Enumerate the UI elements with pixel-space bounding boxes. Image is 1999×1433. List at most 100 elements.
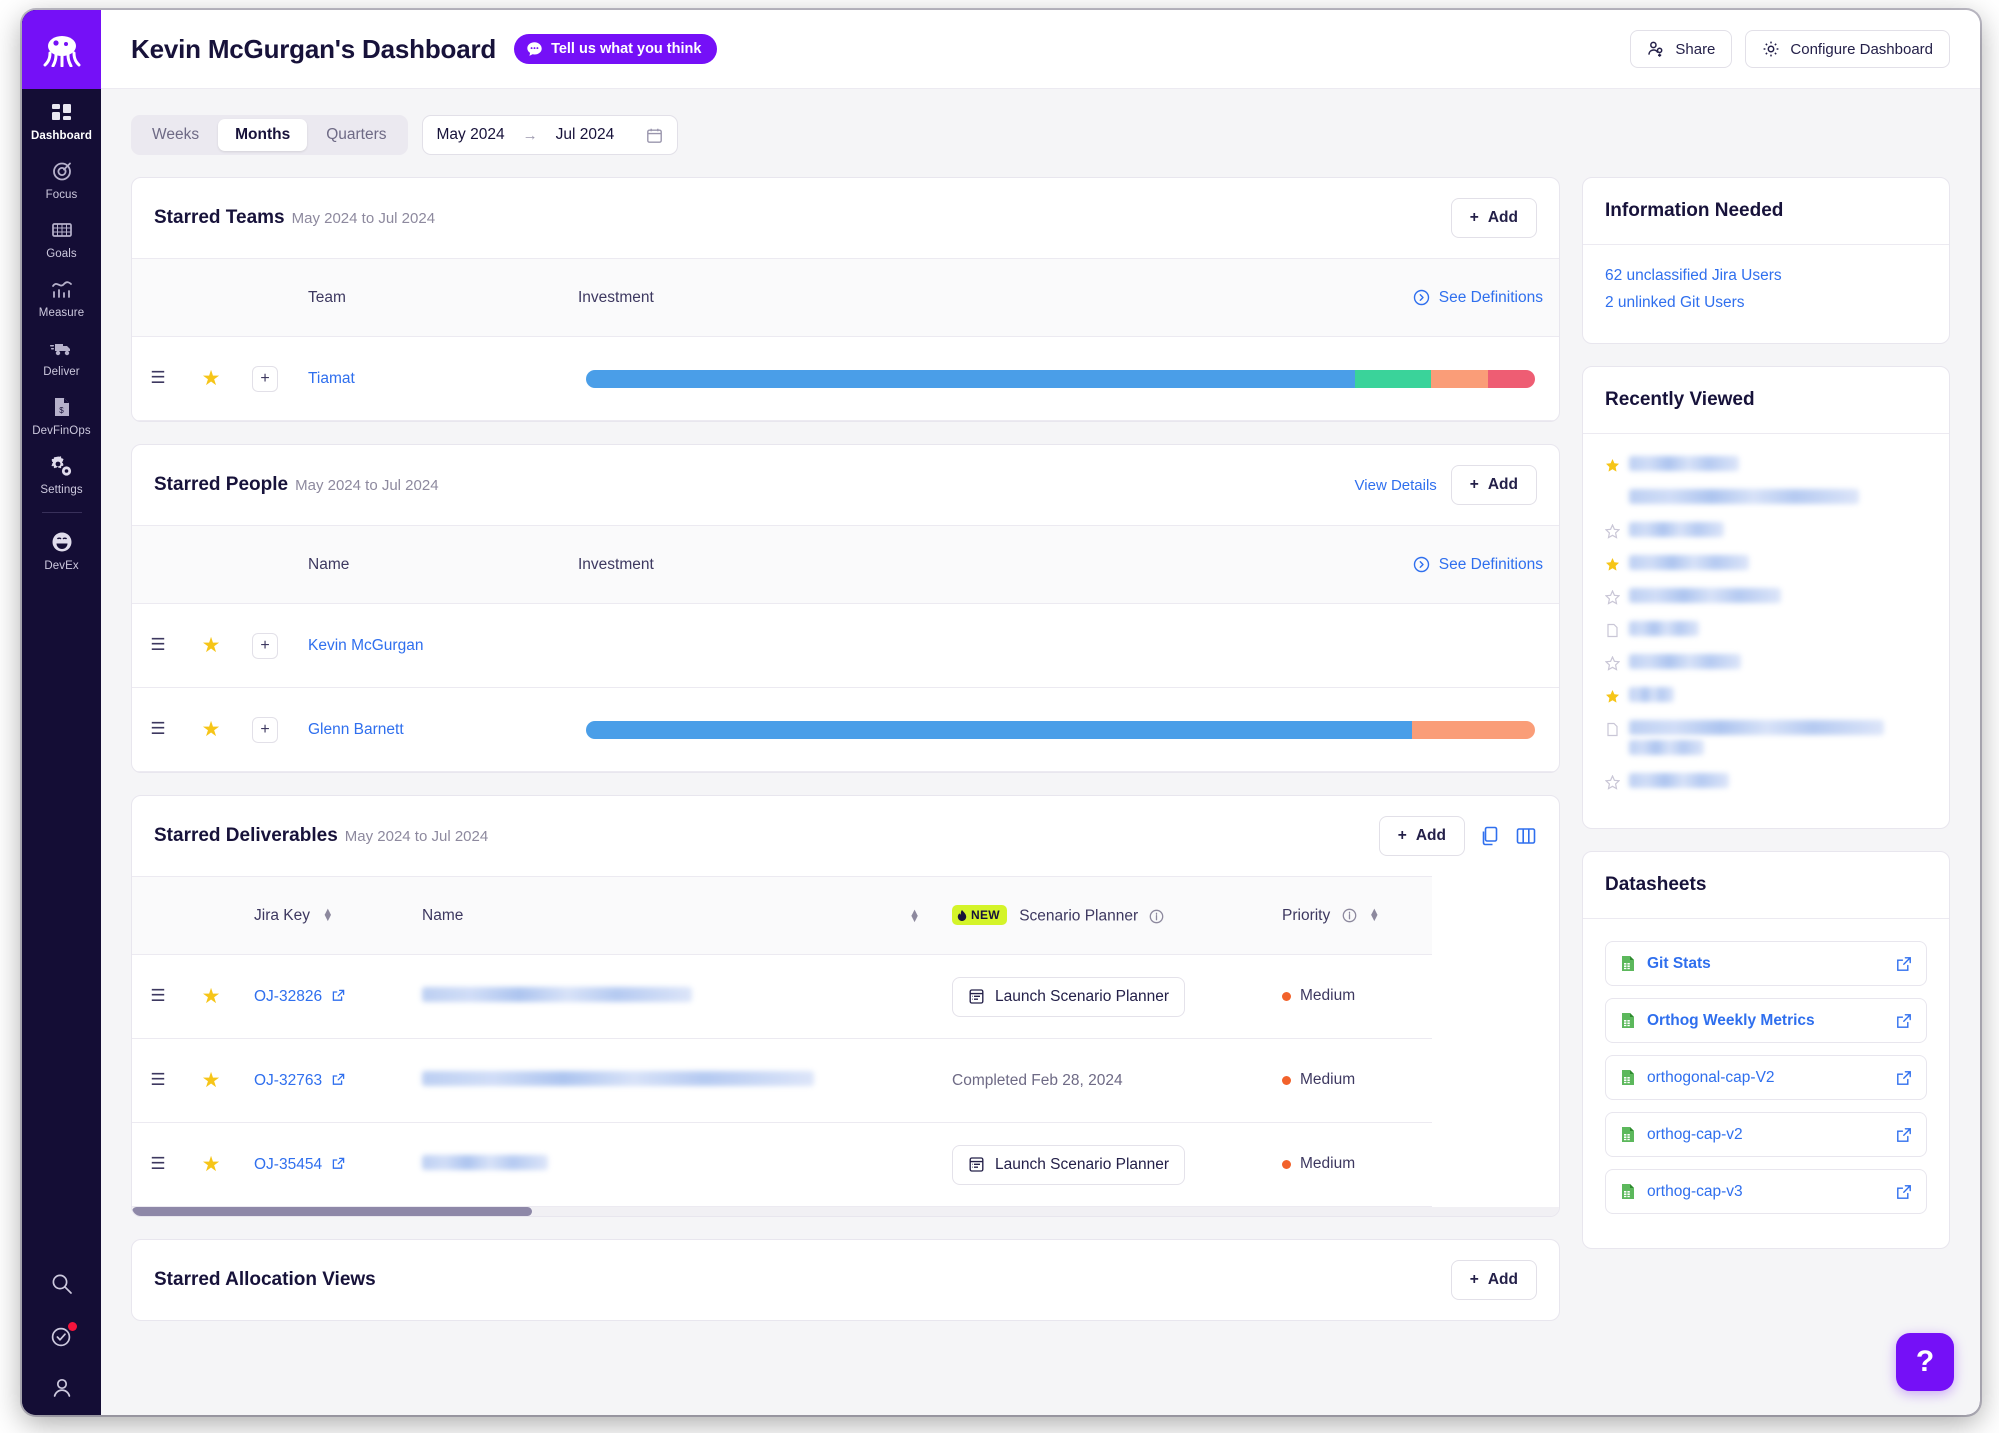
copy-icon[interactable] <box>1479 825 1501 847</box>
sidebar-item-measure[interactable]: Measure <box>22 266 101 325</box>
datasheet-name[interactable]: orthogonal-cap-V2 <box>1647 1069 1885 1087</box>
sidebar-item-label: Measure <box>38 307 85 319</box>
external-link-icon[interactable] <box>1896 1070 1912 1086</box>
datasheet-item[interactable]: Git Stats <box>1605 941 1927 986</box>
investment-bar[interactable] <box>586 720 1535 739</box>
th-name[interactable]: Name ▲ ▼ <box>406 876 936 955</box>
external-link-icon[interactable] <box>332 989 345 1002</box>
row-drag-handle[interactable]: ☰ <box>132 603 184 688</box>
row-expand-toggle[interactable]: + <box>238 687 292 772</box>
row-star-toggle[interactable]: ★ <box>184 1122 238 1207</box>
external-link-icon[interactable] <box>1896 956 1912 972</box>
datasheet-item[interactable]: Orthog Weekly Metrics <box>1605 998 1927 1043</box>
jira-key-link[interactable]: OJ-32826 <box>254 988 322 1005</box>
help-button[interactable]: ? <box>1896 1333 1954 1391</box>
row-expand-toggle[interactable]: + <box>238 603 292 688</box>
row-drag-handle[interactable]: ☰ <box>132 954 184 1039</box>
recently-viewed-item[interactable] <box>1604 588 1927 608</box>
launch-scenario-planner-button[interactable]: Launch Scenario Planner <box>952 1144 1186 1185</box>
datasheet-name[interactable]: orthog-cap-v3 <box>1647 1183 1885 1201</box>
sidebar-item-devfinops[interactable]: $ DevFinOps <box>22 384 101 443</box>
check-circle-icon[interactable] <box>49 1322 77 1349</box>
star-outline-icon <box>1604 589 1621 605</box>
sidebar-item-dashboard[interactable]: Dashboard <box>22 89 101 148</box>
view-details-link[interactable]: View Details <box>1355 477 1437 494</box>
row-drag-handle[interactable]: ☰ <box>132 1122 184 1207</box>
recently-viewed-item[interactable] <box>1605 720 1927 760</box>
investment-segment[interactable] <box>586 720 1412 739</box>
info-icon[interactable] <box>1149 909 1164 924</box>
sidebar-item-settings[interactable]: Settings <box>22 443 101 502</box>
feedback-button[interactable]: Tell us what you think <box>514 34 718 64</box>
jira-key-link[interactable]: OJ-32763 <box>254 1072 322 1089</box>
recently-viewed-item[interactable] <box>1605 555 1927 575</box>
horizontal-scrollbar[interactable] <box>132 1207 1559 1216</box>
recently-viewed-item[interactable] <box>1604 522 1927 542</box>
sidebar-item-deliver[interactable]: Deliver <box>22 325 101 384</box>
columns-icon[interactable] <box>1515 825 1537 847</box>
info-icon[interactable] <box>1342 908 1357 923</box>
recently-viewed-item[interactable] <box>1605 621 1927 641</box>
sidebar-item-goals[interactable]: Goals <box>22 207 101 266</box>
see-definitions-link[interactable]: See Definitions <box>1413 289 1543 307</box>
period-months-button[interactable]: Months <box>218 119 308 151</box>
investment-segment[interactable] <box>1487 369 1535 388</box>
row-star-toggle[interactable]: ★ <box>184 1038 238 1123</box>
investment-segment[interactable] <box>1354 369 1431 388</box>
row-drag-handle[interactable]: ☰ <box>132 336 184 421</box>
datasheet-item[interactable]: orthogonal-cap-V2 <box>1605 1055 1927 1100</box>
row-star-toggle[interactable]: ★ <box>184 336 238 421</box>
th-jira-key[interactable]: Jira Key ▲ ▼ <box>238 876 406 955</box>
external-link-icon[interactable] <box>1896 1127 1912 1143</box>
row-drag-handle[interactable]: ☰ <box>132 1038 184 1123</box>
user-icon[interactable] <box>49 1375 75 1401</box>
th-priority[interactable]: Priority ▲ ▼ <box>1266 876 1432 955</box>
date-range-picker[interactable]: May 2024 → Jul 2024 <box>421 115 678 155</box>
row-star-toggle[interactable]: ★ <box>184 954 238 1039</box>
starred-teams-add-button[interactable]: + Add <box>1450 198 1537 238</box>
external-link-icon[interactable] <box>1896 1184 1912 1200</box>
jira-key-link[interactable]: OJ-35454 <box>254 1156 322 1173</box>
th-investment: Investment See Definitions <box>562 258 1559 337</box>
external-link-icon[interactable] <box>332 1073 345 1086</box>
investment-bar[interactable] <box>586 369 1535 388</box>
row-star-toggle[interactable]: ★ <box>184 687 238 772</box>
sidebar-item-focus[interactable]: Focus <box>22 148 101 207</box>
datasheet-item[interactable]: orthog-cap-v3 <box>1605 1169 1927 1214</box>
investment-segment[interactable] <box>1411 720 1535 739</box>
sidebar-item-devex[interactable]: DevEx <box>22 519 101 578</box>
recently-viewed-item[interactable] <box>1605 456 1927 476</box>
unclassified-jira-users-link[interactable]: 62 unclassified Jira Users <box>1605 267 1927 285</box>
row-expand-toggle[interactable]: + <box>238 336 292 421</box>
datasheet-name[interactable]: orthog-cap-v2 <box>1647 1126 1885 1144</box>
starred-deliverables-add-button[interactable]: + Add <box>1378 816 1465 856</box>
row-star-toggle[interactable]: ★ <box>184 603 238 688</box>
configure-dashboard-button[interactable]: Configure Dashboard <box>1745 30 1950 68</box>
recently-viewed-item[interactable] <box>1605 687 1927 707</box>
investment-segment[interactable] <box>586 369 1355 388</box>
recently-viewed-item[interactable] <box>1604 773 1927 793</box>
datasheet-name[interactable]: Orthog Weekly Metrics <box>1647 1012 1885 1030</box>
recently-viewed-item[interactable] <box>1604 654 1927 674</box>
datasheet-name[interactable]: Git Stats <box>1647 955 1885 973</box>
see-definitions-link[interactable]: See Definitions <box>1413 556 1543 574</box>
person-link[interactable]: Glenn Barnett <box>308 721 404 738</box>
period-quarters-button[interactable]: Quarters <box>309 119 403 151</box>
search-icon[interactable] <box>49 1271 75 1297</box>
unlinked-git-users-link[interactable]: 2 unlinked Git Users <box>1605 294 1927 312</box>
person-link[interactable]: Kevin McGurgan <box>308 637 423 654</box>
starred-allocation-views-add-button[interactable]: + Add <box>1450 1260 1537 1300</box>
recently-viewed-item[interactable] <box>1605 489 1927 509</box>
starred-people-add-button[interactable]: + Add <box>1450 465 1537 505</box>
external-link-icon[interactable] <box>332 1157 345 1170</box>
share-button[interactable]: Share <box>1630 30 1733 68</box>
launch-scenario-planner-button[interactable]: Launch Scenario Planner <box>952 976 1186 1017</box>
scrollbar-thumb[interactable] <box>132 1207 532 1216</box>
period-weeks-button[interactable]: Weeks <box>135 119 216 151</box>
team-link[interactable]: Tiamat <box>308 370 355 387</box>
external-link-icon[interactable] <box>1896 1013 1912 1029</box>
app-logo[interactable] <box>22 10 101 89</box>
investment-segment[interactable] <box>1430 369 1488 388</box>
datasheet-item[interactable]: orthog-cap-v2 <box>1605 1112 1927 1157</box>
row-drag-handle[interactable]: ☰ <box>132 687 184 772</box>
